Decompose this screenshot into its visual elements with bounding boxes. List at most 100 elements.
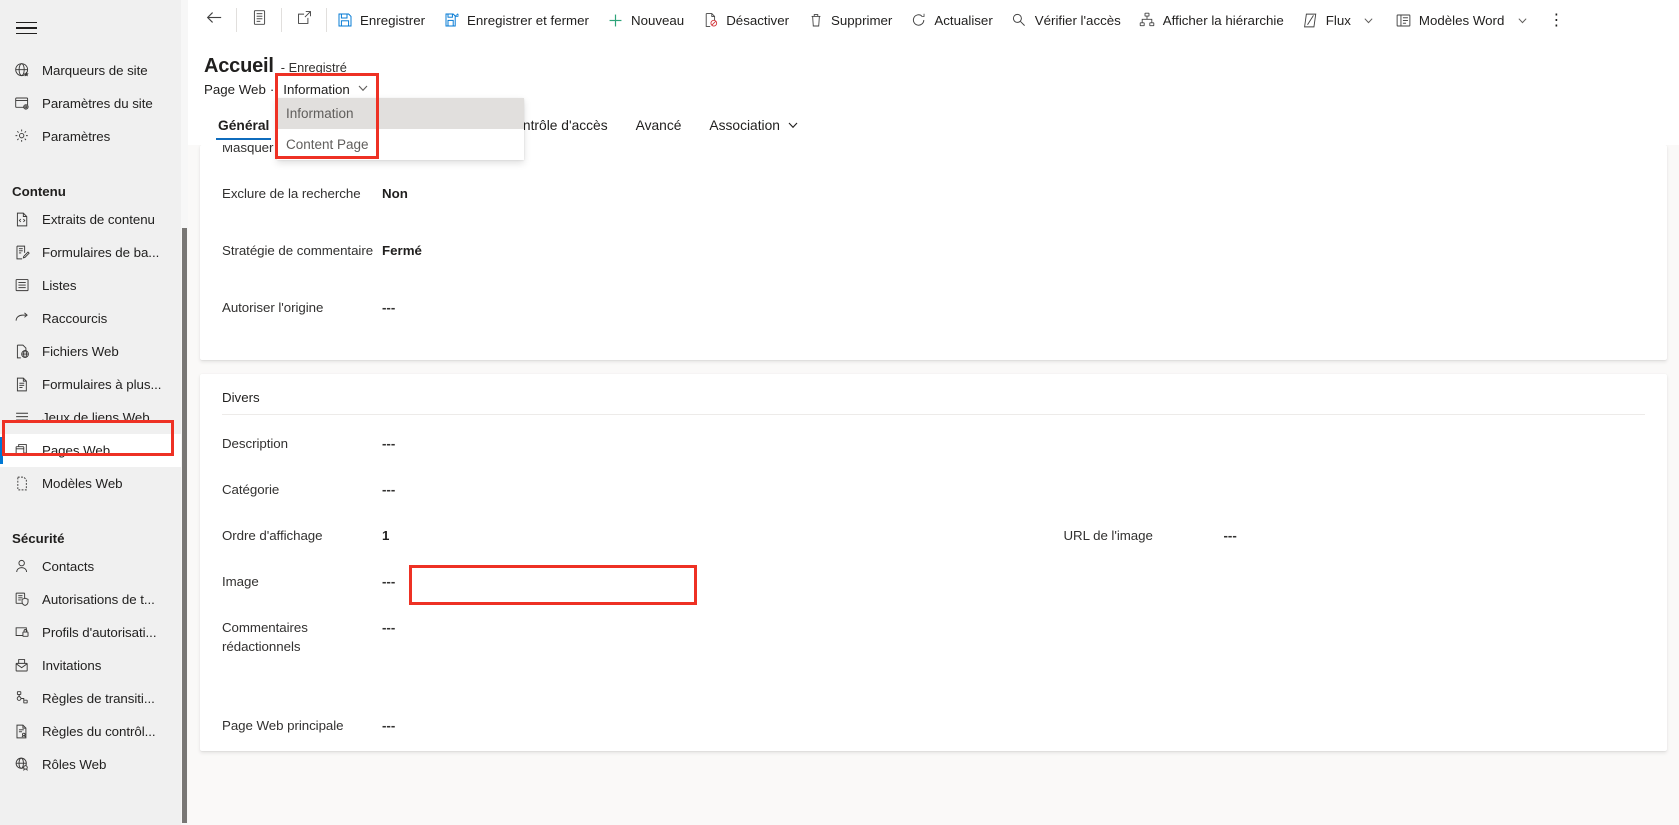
gear-icon <box>12 127 32 147</box>
check-access-icon <box>1011 12 1028 29</box>
permissions-shield-icon <box>12 590 32 610</box>
sidebar-item-profils-dautorisation[interactable]: Profils d'autorisati... <box>0 616 188 649</box>
plus-icon <box>607 12 624 29</box>
field-value[interactable]: Fermé <box>382 230 934 260</box>
field-column-right <box>934 145 1668 337</box>
sidebar-item-formulaires-a-plusieurs-etapes[interactable]: Formulaires à plus... <box>0 368 188 401</box>
link-set-icon <box>12 408 32 428</box>
sidebar-item-label: Extraits de contenu <box>42 212 155 227</box>
menu-item-information[interactable]: Information <box>277 98 524 129</box>
header-title-row: Accueil - Enregistré <box>188 41 1679 78</box>
form-selector-button[interactable] <box>237 0 281 40</box>
sidebar-item-jeux-de-liens-web[interactable]: Jeux de liens Web <box>0 401 188 434</box>
field-value[interactable]: --- <box>382 423 934 453</box>
sidebar-item-regles-de-transition[interactable]: Règles de transiti... <box>0 682 188 715</box>
sidebar-scrollbar-thumb[interactable] <box>182 228 187 823</box>
sidebar-item-modeles-web[interactable]: Modèles Web <box>0 467 188 500</box>
word-templates-button[interactable]: Modèles Word <box>1386 0 1539 40</box>
command-label: Flux <box>1326 13 1351 28</box>
sidebar-item-roles-web[interactable]: Rôles Web <box>0 748 188 781</box>
sidebar-item-raccourcis[interactable]: Raccourcis <box>0 302 188 335</box>
overflow-menu-button[interactable]: ⋮ <box>1541 0 1571 40</box>
show-hierarchy-button[interactable]: Afficher la hiérarchie <box>1130 0 1293 40</box>
field-row: Stratégie de commentaire Fermé <box>200 230 934 287</box>
sidebar-item-listes[interactable]: Listes <box>0 269 188 302</box>
profile-lock-icon <box>12 623 32 643</box>
invitation-icon <box>12 656 32 676</box>
flow-button[interactable]: Flux <box>1293 0 1386 40</box>
sidebar-item-label: Profils d'autorisati... <box>42 625 156 640</box>
person-icon <box>12 557 32 577</box>
sidebar-scrollbar-track[interactable] <box>181 0 188 825</box>
tab-label: Général <box>218 118 269 133</box>
code-file-icon <box>12 210 32 230</box>
field-column-left: Masquer du plan du site Non Exclure de l… <box>200 145 934 337</box>
sidebar-item-label: Paramètres du site <box>42 96 153 111</box>
field-column-left: Description --- Catégorie --- Ordre d'af… <box>200 415 934 751</box>
word-template-icon <box>1395 12 1412 29</box>
check-access-button[interactable]: Vérifier l'accès <box>1002 0 1130 40</box>
web-template-icon <box>12 474 32 494</box>
field-value[interactable]: --- <box>382 607 934 637</box>
field-row-ordre-daffichage: Ordre d'affichage 1 <box>200 515 934 561</box>
refresh-button[interactable]: Actualiser <box>901 0 1001 40</box>
field-label: Stratégie de commentaire <box>222 230 382 260</box>
chevron-down-icon <box>787 119 799 131</box>
sidebar-item-label: Formulaires à plus... <box>42 377 161 392</box>
tab-association[interactable]: Association <box>695 105 813 145</box>
field-row: Autoriser l'origine --- <box>200 287 934 337</box>
command-label: Afficher la hiérarchie <box>1163 13 1284 28</box>
web-roles-icon <box>12 755 32 775</box>
deactivate-button[interactable]: Désactiver <box>693 0 798 40</box>
field-value[interactable]: Non <box>382 173 934 203</box>
sidebar-item-label: Marqueurs de site <box>42 63 148 78</box>
delete-button[interactable]: Supprimer <box>798 0 901 40</box>
form-selector-dropdown[interactable]: Information <box>278 81 376 98</box>
field-value[interactable]: 1 <box>382 515 934 545</box>
chevron-down-icon <box>357 82 369 97</box>
field-row: Exclure de la recherche Non <box>200 173 934 230</box>
sidebar-item-invitations[interactable]: Invitations <box>0 649 188 682</box>
field-value[interactable]: --- <box>1224 515 1668 545</box>
sidebar-item-contacts[interactable]: Contacts <box>0 550 188 583</box>
sidebar-item-label: Règles de transiti... <box>42 691 155 706</box>
back-arrow-icon <box>205 8 224 32</box>
sidebar-item-label: Raccourcis <box>42 311 107 326</box>
web-pages-icon <box>12 441 32 461</box>
sidebar-item-autorisations-de-table[interactable]: Autorisations de t... <box>0 583 188 616</box>
access-rules-icon <box>12 722 32 742</box>
sidebar-item-label: Paramètres <box>42 129 110 144</box>
sidebar-item-parametres-du-site[interactable]: Paramètres du site <box>0 87 188 120</box>
hierarchy-icon <box>1139 12 1156 29</box>
form-content: Masquer du plan du site Non Exclure de l… <box>188 145 1679 825</box>
command-label: Désactiver <box>726 13 789 28</box>
field-row-commentaires-redactionnels: Commentaires rédactionnels --- <box>200 607 934 705</box>
flow-icon <box>1302 12 1319 29</box>
sidebar-item-marqueurs-de-site[interactable]: Marqueurs de site <box>0 54 188 87</box>
new-button[interactable]: Nouveau <box>598 0 693 40</box>
sidebar-item-pages-web[interactable]: Pages Web <box>0 434 188 467</box>
field-value[interactable]: --- <box>382 287 934 317</box>
save-and-close-button[interactable]: Enregistrer et fermer <box>434 0 598 40</box>
field-value[interactable]: --- <box>382 469 934 499</box>
open-in-new-window-icon <box>296 9 313 31</box>
field-column-right: URL de l'image --- <box>934 415 1668 751</box>
open-in-new-window-button[interactable] <box>282 0 326 40</box>
back-button[interactable] <box>192 0 236 40</box>
sidebar-item-fichiers-web[interactable]: Fichiers Web <box>0 335 188 368</box>
sidebar-item-parametres[interactable]: Paramètres <box>0 120 188 153</box>
tab-avance[interactable]: Avancé <box>622 105 696 145</box>
sidebar-item-regles-du-controle-dacces[interactable]: Règles du contrôl... <box>0 715 188 748</box>
menu-item-content-page[interactable]: Content Page <box>277 129 524 160</box>
command-label: Modèles Word <box>1419 13 1504 28</box>
field-value[interactable]: --- <box>382 705 934 735</box>
section-title-divers: Divers <box>200 388 1667 414</box>
save-button[interactable]: Enregistrer <box>327 0 434 40</box>
field-row-categorie: Catégorie --- <box>200 469 934 515</box>
menu-toggle-button[interactable] <box>2 6 50 50</box>
field-value[interactable]: --- <box>382 561 934 591</box>
sidebar-item-formulaires-de-base[interactable]: Formulaires de ba... <box>0 236 188 269</box>
field-grid: Description --- Catégorie --- Ordre d'af… <box>200 415 1667 751</box>
sidebar-item-extraits-de-contenu[interactable]: Extraits de contenu <box>0 203 188 236</box>
tab-general[interactable]: Général <box>204 105 283 145</box>
